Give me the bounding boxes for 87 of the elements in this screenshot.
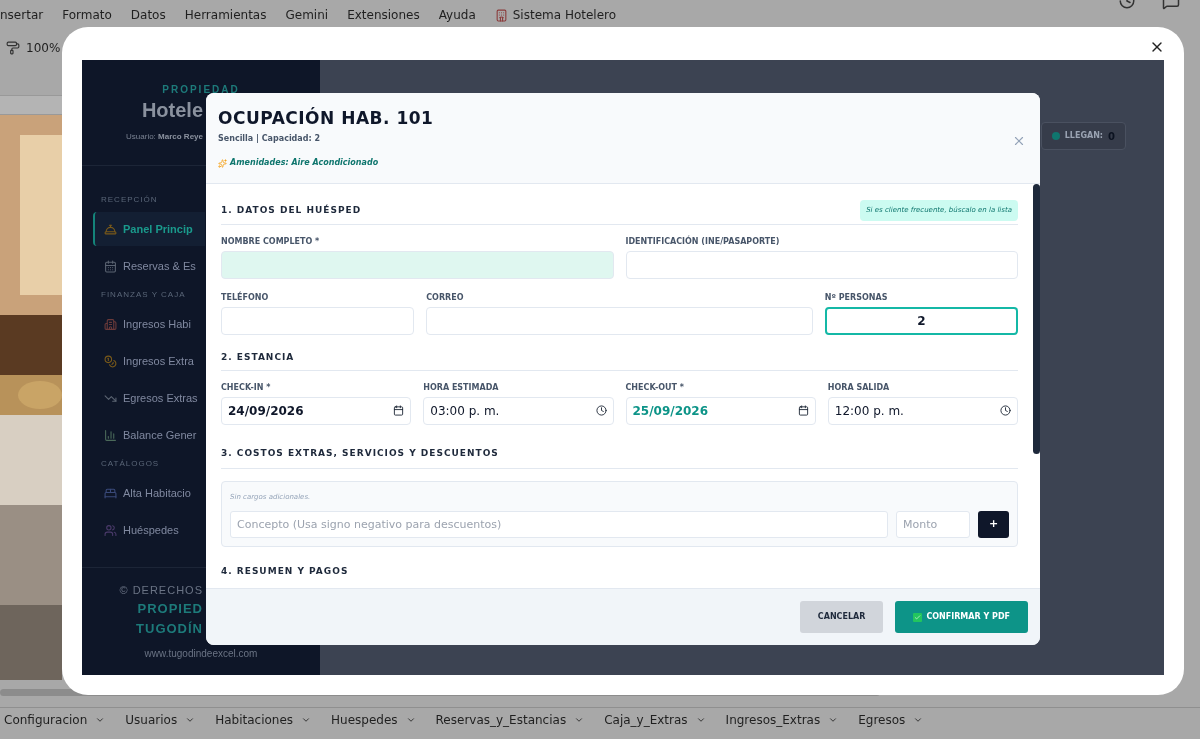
section-heading: 2. ESTANCIA	[221, 350, 295, 364]
website-link[interactable]: www.tugodindeexcel.com	[144, 646, 258, 661]
sidebar-title: Hotele	[141, 98, 203, 123]
stat-label: LLEGAN:	[1064, 130, 1104, 142]
sidebar-item[interactable]: Ingresos Habi	[93, 307, 205, 341]
bell-icon	[104, 222, 117, 236]
input-field[interactable]	[625, 250, 1018, 279]
menu-item[interactable]: Gemini	[285, 6, 329, 24]
field-label: CHECK-OUT *	[625, 381, 685, 394]
input-field[interactable]	[426, 306, 813, 335]
bed-icon	[104, 486, 117, 500]
field-label: HORA ESTIMADA	[423, 381, 500, 394]
concept-field[interactable]: Concepto (Usa signo negativo para descuentos)	[230, 511, 888, 538]
sidebar-eyebrow: PROPIEDAD	[162, 83, 240, 97]
section-heading: 3. COSTOS EXTRAS, SERVICIOS Y DESCUENTOS	[221, 447, 499, 458]
scrollbar-thumb[interactable]	[1033, 184, 1040, 454]
field-value: 2	[916, 312, 927, 330]
bar-chart-icon	[104, 428, 117, 442]
sidebar-item[interactable]: Ingresos Extra	[93, 344, 205, 378]
menu-item[interactable]: Ayuda	[438, 6, 476, 24]
copyright-text: © DERECHOS	[119, 582, 203, 598]
calendar-icon[interactable]	[797, 405, 809, 416]
people-icon	[104, 523, 117, 537]
clock-icon[interactable]	[595, 405, 607, 416]
amenities-text: Amenidades: Aire Acondicionado	[218, 157, 434, 169]
sidebar-item[interactable]: Reservas & Es	[93, 249, 205, 283]
menu-item[interactable]: Formato	[62, 6, 112, 24]
field-value: 25/09/2026	[632, 402, 709, 420]
field-label: IDENTIFICACIÓN (INE/PASAPORTE)	[625, 234, 781, 248]
zoom-level[interactable]: 100%	[26, 38, 61, 57]
menu-item[interactable]: nsertar	[0, 6, 44, 24]
brand-text: PROPIED	[137, 600, 203, 618]
amount-field[interactable]: Monto	[896, 511, 970, 538]
sheet-tab[interactable]: Huespedes	[331, 710, 416, 729]
field-value: 24/09/2026	[228, 402, 304, 420]
section-heading: 1. DATOS DEL HUÉSPED	[221, 203, 362, 217]
field-label: CHECK-IN *	[221, 381, 272, 394]
sidebar-item[interactable]: Egresos Extras	[93, 381, 205, 415]
room-subtitle: Sencilla | Capacidad: 2	[218, 133, 322, 145]
user-line: Usuario: Marco Reye	[126, 131, 203, 143]
sidebar-item[interactable]: Panel Princip	[93, 212, 205, 246]
hotel-icon	[494, 8, 508, 22]
calendar-icon[interactable]	[393, 405, 405, 416]
sheet-tab[interactable]: Configuracion	[4, 710, 106, 729]
input-field[interactable]: 25/09/2026	[625, 396, 816, 425]
menu-item[interactable]: Sistema Hotelero	[494, 6, 617, 24]
field-label: HORA SALIDA	[827, 381, 891, 394]
sheet-tab[interactable]: Ingresos_Extras	[725, 710, 839, 729]
menu-item[interactable]: Extensiones	[347, 6, 420, 24]
clock-icon[interactable]	[1000, 405, 1011, 416]
building-icon	[104, 317, 117, 331]
sheet-tab[interactable]: Egresos	[858, 710, 924, 729]
modal-title: OCUPACIÓN HAB. 101	[218, 107, 434, 129]
coins-icon	[104, 354, 117, 368]
section-heading: 4. RESUMEN Y PAGOS	[221, 565, 350, 578]
calendar-icon	[104, 259, 117, 273]
sidebar-item[interactable]: Alta Habitacio	[93, 476, 205, 510]
sheet-tab[interactable]: Usuarios	[125, 710, 196, 729]
field-value: 12:00 p. m.	[834, 402, 904, 420]
paint-format-icon[interactable]	[6, 40, 20, 55]
input-field[interactable]: 2	[824, 306, 1018, 335]
input-field[interactable]	[221, 250, 614, 279]
input-field[interactable]: 03:00 p. m.	[423, 396, 614, 425]
section-heading: FINANZAS Y CAJA	[101, 289, 186, 301]
input-field[interactable]	[221, 306, 415, 335]
field-label: TELÉFONO	[221, 290, 270, 304]
sparkle-icon	[218, 158, 227, 168]
section-heading: RECEPCIÓN	[101, 194, 158, 206]
sheet-tab[interactable]: Reservas_y_Estancias	[435, 710, 585, 729]
cancel-button[interactable]: CANCELAR	[799, 601, 884, 633]
input-field[interactable]: 24/09/2026	[221, 396, 412, 425]
brand-text: TUGODÍN	[136, 620, 203, 638]
menu-item[interactable]: Herramientas	[184, 6, 267, 24]
check-icon	[913, 612, 923, 622]
menu-item[interactable]: Datos	[130, 6, 166, 24]
sidebar-item[interactable]: Huéspedes	[93, 513, 205, 547]
section-heading: CATÁLOGOS	[101, 458, 160, 470]
field-label: CORREO	[426, 291, 465, 304]
add-button[interactable]: +	[978, 511, 1009, 538]
sidebar-item[interactable]: Balance Gener	[93, 418, 205, 452]
sheet-tab[interactable]: Caja_y_Extras	[604, 710, 706, 729]
field-value: 03:00 p. m.	[430, 402, 500, 420]
sheet-tab[interactable]: Habitaciones	[215, 710, 312, 729]
confirm-button[interactable]: CONFIRMAR Y PDF	[895, 601, 1028, 633]
field-label: NOMBRE COMPLETO *	[221, 235, 321, 248]
input-field[interactable]: 12:00 p. m.	[827, 396, 1018, 425]
field-label: Nº PERSONAS	[824, 291, 889, 304]
